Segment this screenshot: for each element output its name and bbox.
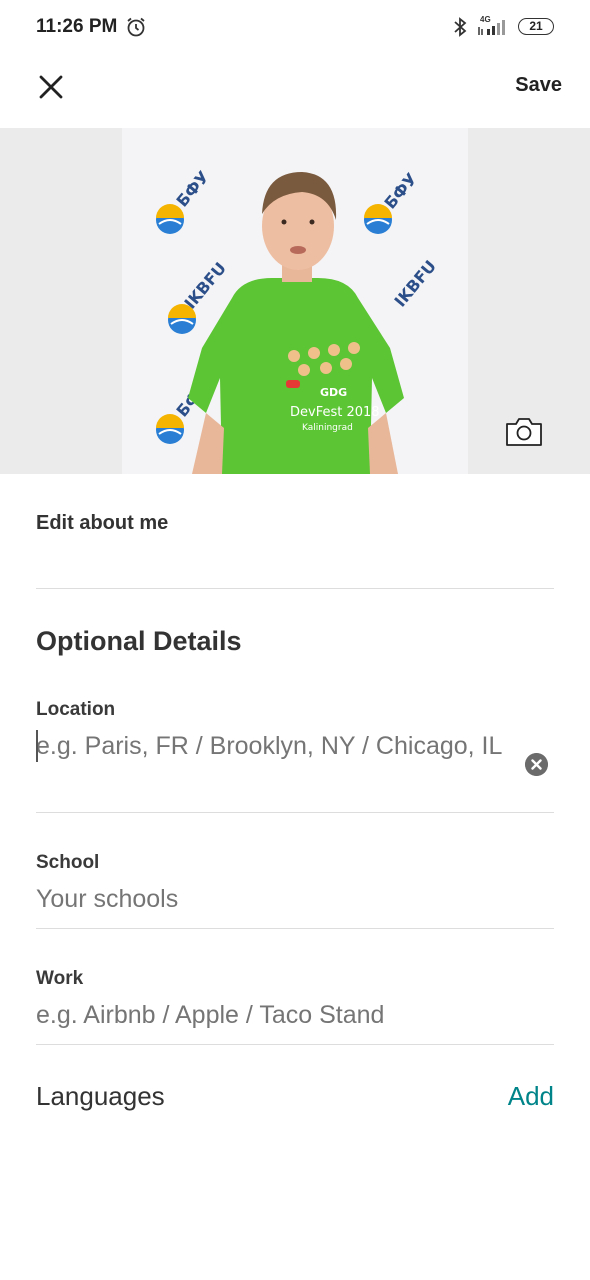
signal-icon (478, 20, 505, 35)
status-time: 11:26 PM (36, 16, 118, 37)
svg-text:GDG: GDG (320, 386, 347, 399)
optional-details-title: Optional Details (36, 626, 242, 656)
location-label: Location (36, 699, 116, 720)
work-label: Work (36, 968, 84, 989)
top-bar: Save (0, 54, 590, 128)
work-input[interactable] (36, 996, 516, 1034)
school-input[interactable] (36, 880, 516, 918)
divider (36, 1044, 554, 1045)
svg-text:DevFest 2018: DevFest 2018 (290, 405, 380, 420)
divider (36, 588, 554, 589)
edit-about-me-link[interactable]: Edit about me (36, 512, 168, 535)
profile-photo[interactable]: БФУ IKBFU БФУ БФУ IKBFU (122, 128, 468, 474)
divider (36, 928, 554, 929)
camera-icon[interactable] (504, 416, 544, 448)
profile-photo-area: БФУ IKBFU БФУ БФУ IKBFU (0, 128, 590, 474)
location-input[interactable] (36, 727, 516, 805)
languages-label: Languages (36, 1081, 165, 1111)
save-button[interactable]: Save (515, 74, 562, 97)
profile-photo-image: БФУ IKBFU БФУ БФУ IKBFU (122, 128, 468, 474)
clear-icon[interactable] (525, 753, 548, 776)
school-label: School (36, 852, 100, 873)
bluetooth-icon (454, 17, 467, 37)
add-language-button[interactable]: Add (508, 1081, 554, 1112)
text-cursor (36, 730, 38, 762)
svg-text:Kaliningrad: Kaliningrad (302, 423, 353, 433)
status-bar: 11:26 PM 4G 21 (0, 0, 590, 54)
divider (36, 812, 554, 813)
battery-icon: 21 (518, 18, 554, 35)
close-icon[interactable] (36, 72, 66, 102)
alarm-icon (127, 17, 145, 37)
